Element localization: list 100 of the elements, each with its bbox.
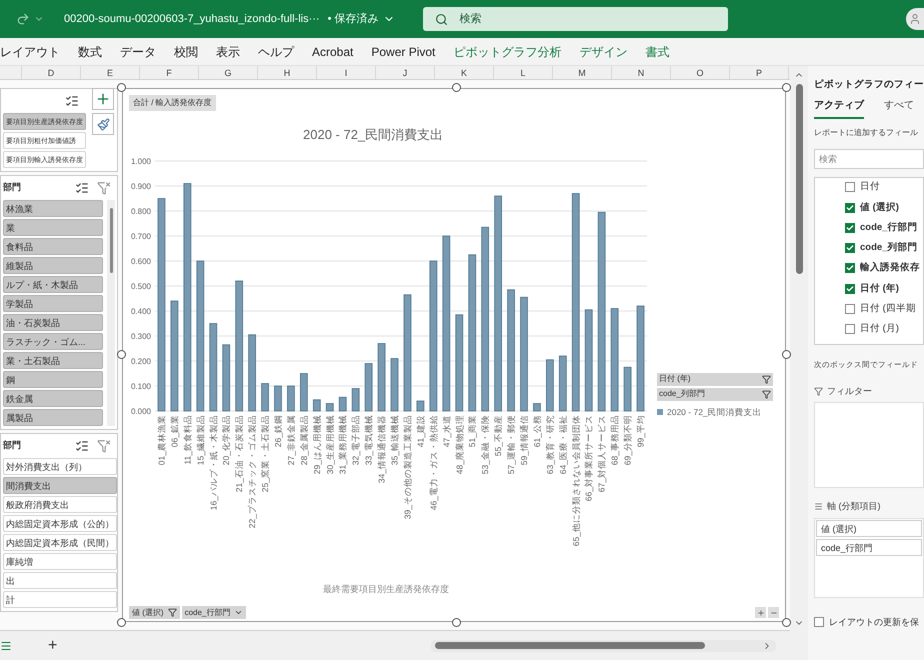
- ribbon-tab[interactable]: Power Pivot: [371, 42, 436, 60]
- bar: [352, 388, 360, 411]
- vertical-scrollbar[interactable]: [790, 66, 808, 660]
- resize-handle[interactable]: [117, 618, 126, 627]
- x-tick-label: 26_鉄鋼: [273, 414, 283, 447]
- defer-checkbox[interactable]: [814, 617, 824, 628]
- axis-field-button[interactable]: 値 (選択): [129, 606, 180, 619]
- ribbon-tab[interactable]: 書式: [645, 42, 670, 60]
- x-tick-label: 59_情報通信: [519, 414, 529, 465]
- axis-field[interactable]: 値 (選択): [816, 520, 922, 536]
- column-header[interactable]: G: [199, 66, 258, 79]
- column-header[interactable]: D: [22, 66, 81, 79]
- field-checkbox[interactable]: [845, 263, 855, 274]
- resize-handle[interactable]: [782, 618, 791, 627]
- field-button[interactable]: 合計 / 輸入誘発依存度: [129, 95, 216, 111]
- scrollbar[interactable]: [107, 200, 115, 426]
- bar: [222, 344, 230, 411]
- field-checkbox[interactable]: [845, 284, 855, 294]
- column-header[interactable]: K: [435, 66, 494, 79]
- ribbon-tab[interactable]: Acrobat: [312, 42, 354, 60]
- x-tick-label: 69_分類不明: [622, 414, 633, 465]
- sheet-list-icon[interactable]: [0, 640, 12, 652]
- style-button[interactable]: [92, 113, 114, 135]
- x-tick-label: 22_プラスチック・ゴム製品: [247, 414, 258, 528]
- ribbon-tab[interactable]: レイアウト: [0, 42, 60, 60]
- clear-filter-icon[interactable]: [97, 439, 111, 453]
- field-checkbox[interactable]: [845, 243, 855, 254]
- avatar[interactable]: [906, 8, 924, 30]
- redo-icon[interactable]: [16, 12, 30, 26]
- legend-field-button[interactable]: 日付 (年): [657, 372, 773, 386]
- bar: [558, 355, 567, 411]
- column-header[interactable]: M: [553, 66, 612, 79]
- resize-handle[interactable]: [117, 83, 126, 92]
- ribbon-tab[interactable]: データ: [120, 42, 156, 60]
- resize-handle[interactable]: [452, 83, 461, 92]
- slicer-item[interactable]: 業: [3, 219, 103, 236]
- column-header[interactable]: E: [81, 66, 140, 79]
- field-checkbox[interactable]: [845, 202, 855, 213]
- chart-area[interactable]: [122, 88, 786, 622]
- search-field[interactable]: 検索: [422, 7, 728, 31]
- file-name[interactable]: 00200-soumu-00200603-7_yuhastu_izondo-full-lis···: [64, 10, 320, 28]
- bar: [378, 342, 386, 411]
- slicer-item[interactable]: 鉄金属: [3, 390, 103, 407]
- field-checkbox[interactable]: [845, 222, 855, 233]
- column-header[interactable]: F: [140, 66, 199, 79]
- slicer-item[interactable]: 出: [3, 572, 117, 589]
- ribbon-tab[interactable]: デザイン: [579, 42, 628, 60]
- slicer-item[interactable]: 林漁業: [3, 200, 103, 217]
- slicer-item[interactable]: 対外消費支出（列）: [3, 458, 117, 475]
- x-tick-label: 25_窯業・土石製品: [260, 414, 270, 492]
- add-button[interactable]: [92, 88, 114, 110]
- slicer-item[interactable]: 庫純増: [3, 553, 117, 570]
- multi-select-icon[interactable]: [65, 94, 79, 108]
- add-sheet-button[interactable]: +: [44, 634, 62, 658]
- axis-field-button[interactable]: code_行部門: [182, 606, 246, 619]
- ribbon-tab[interactable]: 数式: [78, 42, 102, 60]
- resize-handle[interactable]: [452, 618, 461, 627]
- slicer-item[interactable]: 維製品: [3, 257, 103, 274]
- slicer-item[interactable]: ルプ・紙・木製品: [3, 276, 103, 293]
- ribbon-tab[interactable]: ヘルプ: [258, 42, 294, 60]
- field-checkbox[interactable]: [845, 182, 855, 192]
- column-header[interactable]: O: [671, 66, 730, 79]
- field-checkbox[interactable]: [845, 304, 855, 314]
- slicer-item[interactable]: 鋼: [3, 371, 103, 388]
- save-status[interactable]: • 保存済み: [328, 10, 395, 28]
- zoom-out-button[interactable]: [768, 607, 779, 618]
- slicer-item[interactable]: ラスチック・ゴム...: [3, 333, 103, 350]
- axis-icon: [814, 502, 823, 512]
- column-header[interactable]: H: [258, 66, 317, 79]
- column-header[interactable]: J: [376, 66, 435, 79]
- slicer-item[interactable]: 食料品: [3, 238, 103, 255]
- clear-filter-icon[interactable]: [97, 181, 111, 195]
- slicer-item[interactable]: 内総固定資本形成（民間）: [3, 534, 117, 551]
- slicer-item[interactable]: 学製品: [3, 295, 103, 312]
- column-header[interactable]: I: [317, 66, 376, 79]
- multi-select-icon[interactable]: [75, 439, 89, 453]
- column-header[interactable]: P: [730, 66, 789, 79]
- slicer-item[interactable]: 間消費支出: [3, 477, 117, 494]
- ribbon-tab[interactable]: 表示: [216, 42, 240, 60]
- field-checkbox[interactable]: [845, 324, 855, 334]
- column-header[interactable]: L: [494, 66, 553, 79]
- ribbon-tab[interactable]: ピボットグラフ分析: [453, 42, 562, 60]
- resize-handle[interactable]: [782, 83, 791, 92]
- zoom-in-button[interactable]: [755, 607, 766, 618]
- field-search[interactable]: 検索: [814, 149, 924, 170]
- multi-select-icon[interactable]: [75, 181, 89, 195]
- slicer-item[interactable]: 般政府消費支出: [3, 496, 117, 513]
- ribbon-tab[interactable]: 校閲: [174, 42, 198, 60]
- slicer-item[interactable]: 業・土石製品: [3, 352, 103, 369]
- slicer-item[interactable]: 油・石炭製品: [3, 314, 103, 331]
- y-tick-label: 0.100: [130, 382, 151, 390]
- axis-field[interactable]: code_行部門: [816, 538, 922, 556]
- column-header[interactable]: N: [612, 66, 671, 79]
- pane-tab[interactable]: アクティブ: [814, 98, 864, 120]
- horizontal-scrollbar[interactable]: [431, 640, 776, 652]
- slicer-item[interactable]: 内総固定資本形成（公的）: [3, 515, 117, 532]
- pane-tab[interactable]: すべて: [884, 98, 914, 120]
- legend-field-button[interactable]: code_列部門: [657, 388, 773, 400]
- slicer-item[interactable]: 属製品: [3, 409, 103, 426]
- slicer-item[interactable]: 計: [3, 591, 117, 608]
